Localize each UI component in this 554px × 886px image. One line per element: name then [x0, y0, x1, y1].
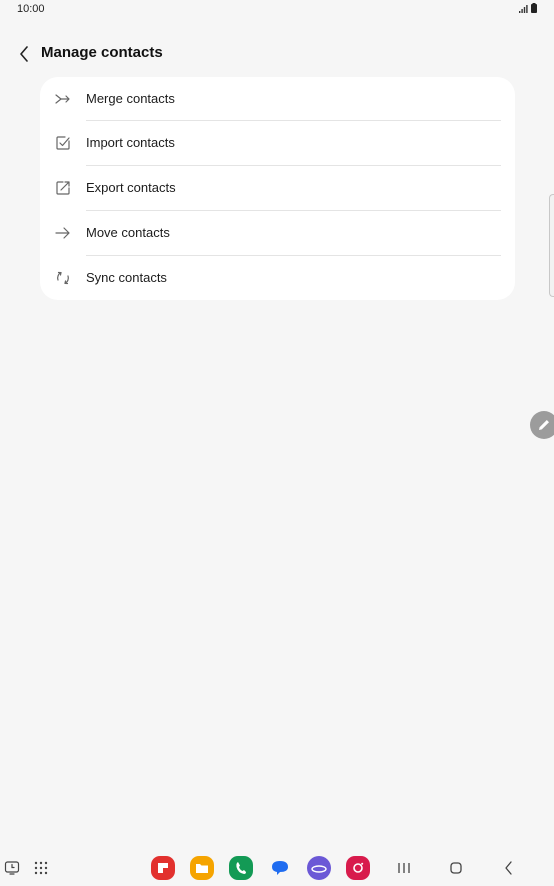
status-bar: 10:00: [0, 0, 554, 20]
app-header: Manage contacts: [0, 38, 554, 70]
back-button[interactable]: [12, 42, 36, 66]
menu-item-label: Export contacts: [86, 180, 176, 195]
menu-item-label: Merge contacts: [86, 91, 175, 106]
export-icon: [53, 178, 73, 198]
merge-icon: [53, 89, 73, 109]
recent-apps-panel-button[interactable]: [0, 856, 24, 880]
move-contacts-item[interactable]: Move contacts: [40, 211, 515, 256]
page-title: Manage contacts: [41, 44, 163, 61]
taskbar: [0, 850, 554, 886]
import-icon: [53, 133, 73, 153]
recents-icon: [398, 863, 410, 873]
chevron-left-icon: [505, 861, 512, 875]
internet-app-icon[interactable]: [307, 856, 331, 880]
phone-app-icon[interactable]: [229, 856, 253, 880]
pencil-icon: [539, 420, 549, 430]
nav-back-button[interactable]: [497, 856, 521, 880]
home-icon: [450, 862, 462, 874]
messages-app-icon[interactable]: [268, 856, 292, 880]
screen-clock-icon: [4, 861, 20, 875]
camera-app-icon[interactable]: [346, 856, 370, 880]
merge-contacts-item[interactable]: Merge contacts: [40, 77, 515, 122]
arrow-right-icon: [53, 223, 73, 243]
status-time: 10:00: [17, 3, 45, 15]
menu-item-label: Move contacts: [86, 225, 170, 240]
manage-contacts-card: Merge contacts Import contacts Export co…: [40, 77, 515, 300]
flipboard-app-icon[interactable]: [151, 856, 175, 880]
apps-button[interactable]: [29, 856, 53, 880]
menu-item-label: Import contacts: [86, 135, 175, 150]
my-files-app-icon[interactable]: [190, 856, 214, 880]
battery-icon: [531, 3, 537, 13]
export-contacts-item[interactable]: Export contacts: [40, 166, 515, 211]
edge-panel-handle[interactable]: [549, 194, 554, 297]
import-contacts-item[interactable]: Import contacts: [40, 121, 515, 166]
status-icons: [519, 3, 537, 13]
recents-button[interactable]: [392, 856, 416, 880]
chevron-left-icon: [20, 46, 28, 62]
menu-item-label: Sync contacts: [86, 270, 167, 285]
signal-icon: [519, 5, 528, 13]
sync-icon: [53, 268, 73, 288]
edit-fab[interactable]: [530, 411, 554, 439]
home-button[interactable]: [444, 856, 468, 880]
app-grid-icon: [34, 861, 48, 875]
sync-contacts-item[interactable]: Sync contacts: [40, 256, 515, 301]
